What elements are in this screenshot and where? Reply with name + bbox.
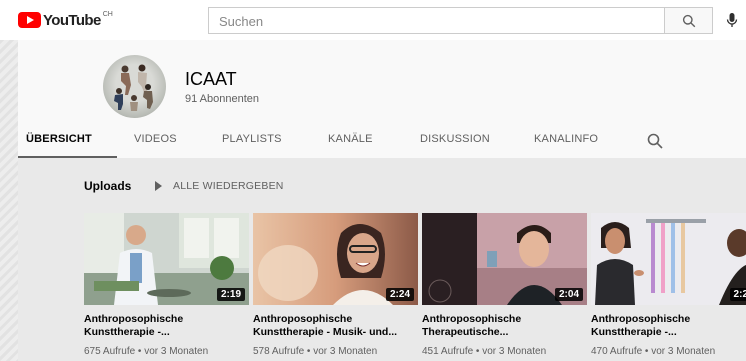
uploads-title[interactable]: Uploads xyxy=(84,179,131,193)
tab-videos[interactable]: VIDEOS xyxy=(134,124,177,158)
video-title[interactable]: Anthroposophische Kunsttherapie - Musik-… xyxy=(253,313,418,339)
video-title[interactable]: Anthroposophische Therapeutische... xyxy=(422,313,587,339)
mic-icon xyxy=(726,13,738,27)
channel-tabs: ÜBERSICHT VIDEOS PLAYLISTS KANÄLE DISKUS… xyxy=(18,124,746,158)
video-meta: 578 Aufrufe • vor 3 Monaten xyxy=(253,346,378,357)
video-views: 470 Aufrufe xyxy=(591,346,643,357)
play-all-label: ALLE WIEDERGEBEN xyxy=(173,180,284,192)
video-views: 578 Aufrufe xyxy=(253,346,305,357)
video-views: 675 Aufrufe xyxy=(84,346,136,357)
tab-discussion[interactable]: DISKUSSION xyxy=(420,124,490,158)
video-meta: 675 Aufrufe • vor 3 Monaten xyxy=(84,346,209,357)
voice-search-button[interactable] xyxy=(722,10,742,30)
video-thumbnail[interactable]: 2:24 xyxy=(253,213,418,305)
video-thumbnail[interactable]: 2:2 xyxy=(591,213,746,305)
avatar-image xyxy=(114,64,153,111)
tab-playlists[interactable]: PLAYLISTS xyxy=(222,124,282,158)
video-title[interactable]: Anthroposophische Kunsttherapie -... xyxy=(84,313,249,339)
thumbnail-image xyxy=(591,213,746,305)
video-meta: 470 Aufrufe • vor 3 Monaten xyxy=(591,346,716,357)
video-duration: 2:04 xyxy=(554,288,583,301)
video-card[interactable]: 2:24 Anthroposophische Kunsttherapie - M… xyxy=(253,213,418,357)
video-age: vor 3 Monaten xyxy=(482,346,547,357)
tab-search-icon[interactable] xyxy=(646,132,664,150)
youtube-logo-icon xyxy=(18,12,41,28)
search-icon xyxy=(682,14,695,27)
search-input[interactable]: Suchen xyxy=(208,7,664,34)
video-age: vor 3 Monaten xyxy=(144,346,209,357)
channel-avatar[interactable] xyxy=(103,55,166,118)
video-thumbnail[interactable]: 2:19 xyxy=(84,213,249,305)
video-thumbnail[interactable]: 2:04 xyxy=(422,213,587,305)
page-gutter xyxy=(0,40,18,361)
video-card[interactable]: 2:04 Anthroposophische Therapeutische...… xyxy=(422,213,587,357)
top-bar: YouTube CH Suchen xyxy=(0,0,746,40)
video-meta: 451 Aufrufe • vor 3 Monaten xyxy=(422,346,547,357)
video-views: 451 Aufrufe xyxy=(422,346,474,357)
video-title[interactable]: Anthroposophische Kunsttherapie -... xyxy=(591,313,746,339)
video-duration: 2:24 xyxy=(385,288,414,301)
tab-about[interactable]: KANALINFO xyxy=(534,124,598,158)
video-duration: 2:19 xyxy=(216,288,245,301)
channel-name: ICAAT xyxy=(185,69,237,89)
play-all-button[interactable]: ALLE WIEDERGEBEN xyxy=(155,180,284,192)
tab-overview[interactable]: ÜBERSICHT xyxy=(18,124,117,158)
video-age: vor 3 Monaten xyxy=(313,346,378,357)
video-duration: 2:2 xyxy=(729,288,746,301)
search-button[interactable] xyxy=(664,7,713,34)
country-code: CH xyxy=(102,10,113,18)
video-age: vor 3 Monaten xyxy=(651,346,716,357)
video-card[interactable]: 2:19 Anthroposophische Kunsttherapie -..… xyxy=(84,213,249,357)
tab-channels[interactable]: KANÄLE xyxy=(328,124,373,158)
logo-text: YouTube xyxy=(43,11,101,29)
play-all-icon xyxy=(155,181,162,191)
video-card[interactable]: 2:2 Anthroposophische Kunsttherapie -...… xyxy=(591,213,746,357)
subscriber-count: 91 Abonnenten xyxy=(185,93,260,105)
youtube-logo[interactable]: YouTube CH xyxy=(18,11,113,29)
channel-header: ICAAT 91 Abonnenten ÜBERSICHT VIDEOS PLA… xyxy=(18,40,746,158)
